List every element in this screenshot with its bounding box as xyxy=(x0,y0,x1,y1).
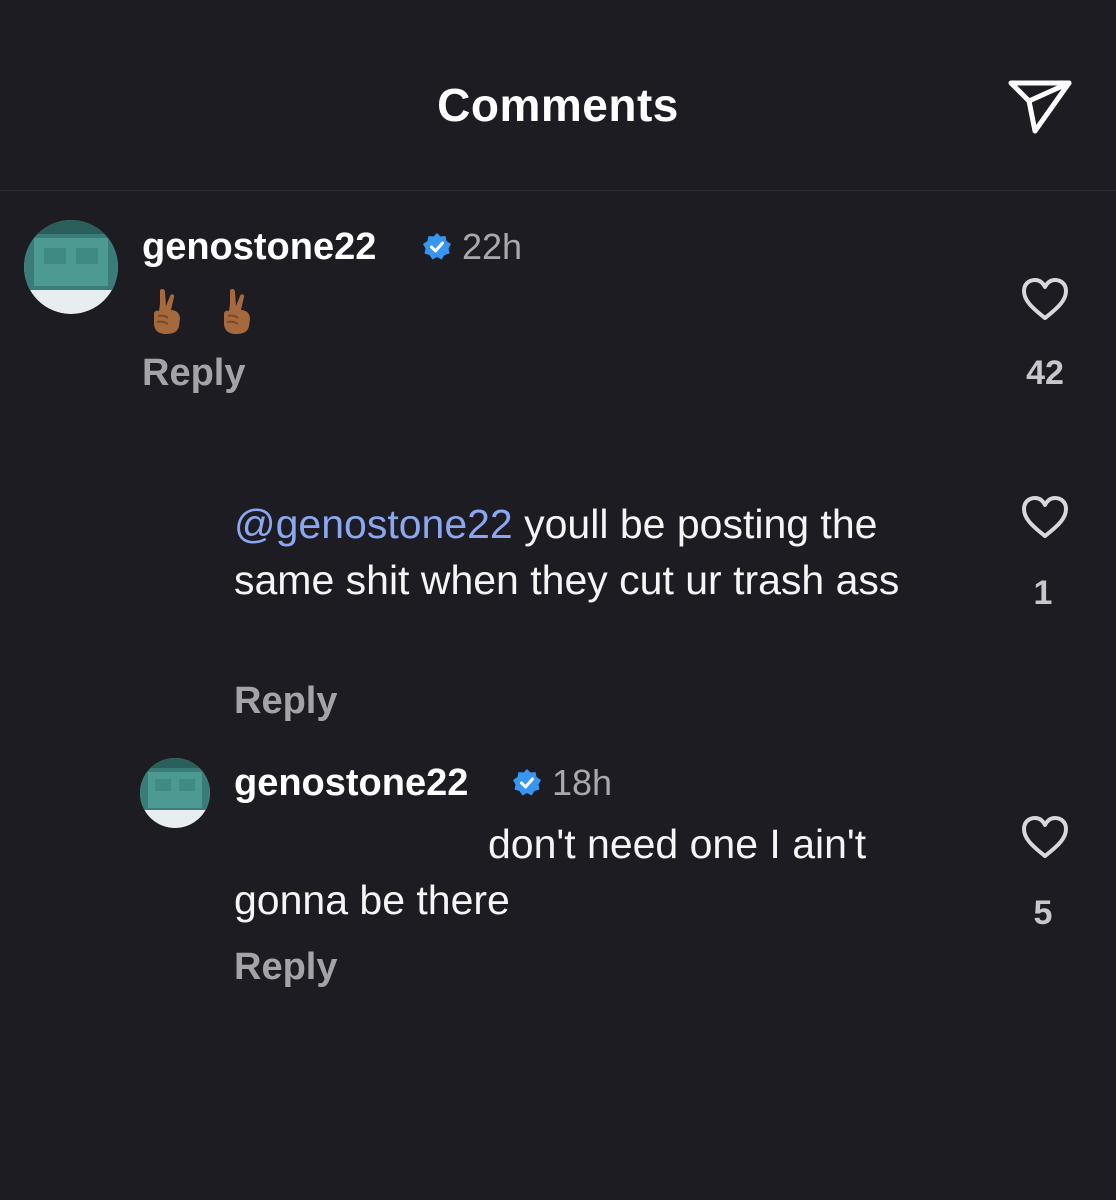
comment-timestamp: 22h xyxy=(462,226,523,267)
comment-username[interactable]: genostone22 xyxy=(142,226,376,269)
avatar[interactable] xyxy=(24,220,118,314)
heart-icon[interactable] xyxy=(1020,814,1070,860)
page-title: Comments xyxy=(437,79,679,131)
like-count: 5 xyxy=(1033,894,1053,932)
comment-text-line-1: don't need one I ain't xyxy=(488,821,867,867)
heart-icon[interactable] xyxy=(1020,276,1070,322)
reply-button[interactable]: Reply xyxy=(234,680,337,723)
verified-badge-icon xyxy=(513,769,541,796)
reply-button[interactable]: Reply xyxy=(234,946,337,989)
comments-header: Comments xyxy=(0,0,1116,191)
comment-text-line-2: gonna be there xyxy=(234,877,510,923)
mention-link[interactable]: @genostone22 xyxy=(234,501,513,547)
comment-text: @genostone22 youll be posting the same s… xyxy=(234,496,934,608)
like-count: 42 xyxy=(1026,354,1064,392)
comment-username[interactable]: genostone22 xyxy=(234,762,468,805)
crossed-fingers-emoji-icon xyxy=(148,286,188,336)
reply-button[interactable]: Reply xyxy=(142,352,245,395)
comment-timestamp: 18h xyxy=(552,762,613,803)
heart-icon[interactable] xyxy=(1020,494,1070,540)
verified-badge-icon xyxy=(423,233,451,260)
paper-plane-icon[interactable] xyxy=(1005,75,1075,137)
like-count: 1 xyxy=(1033,574,1053,612)
avatar[interactable] xyxy=(140,758,210,828)
crossed-fingers-emoji-icon xyxy=(218,286,258,336)
comment-text xyxy=(148,286,284,340)
